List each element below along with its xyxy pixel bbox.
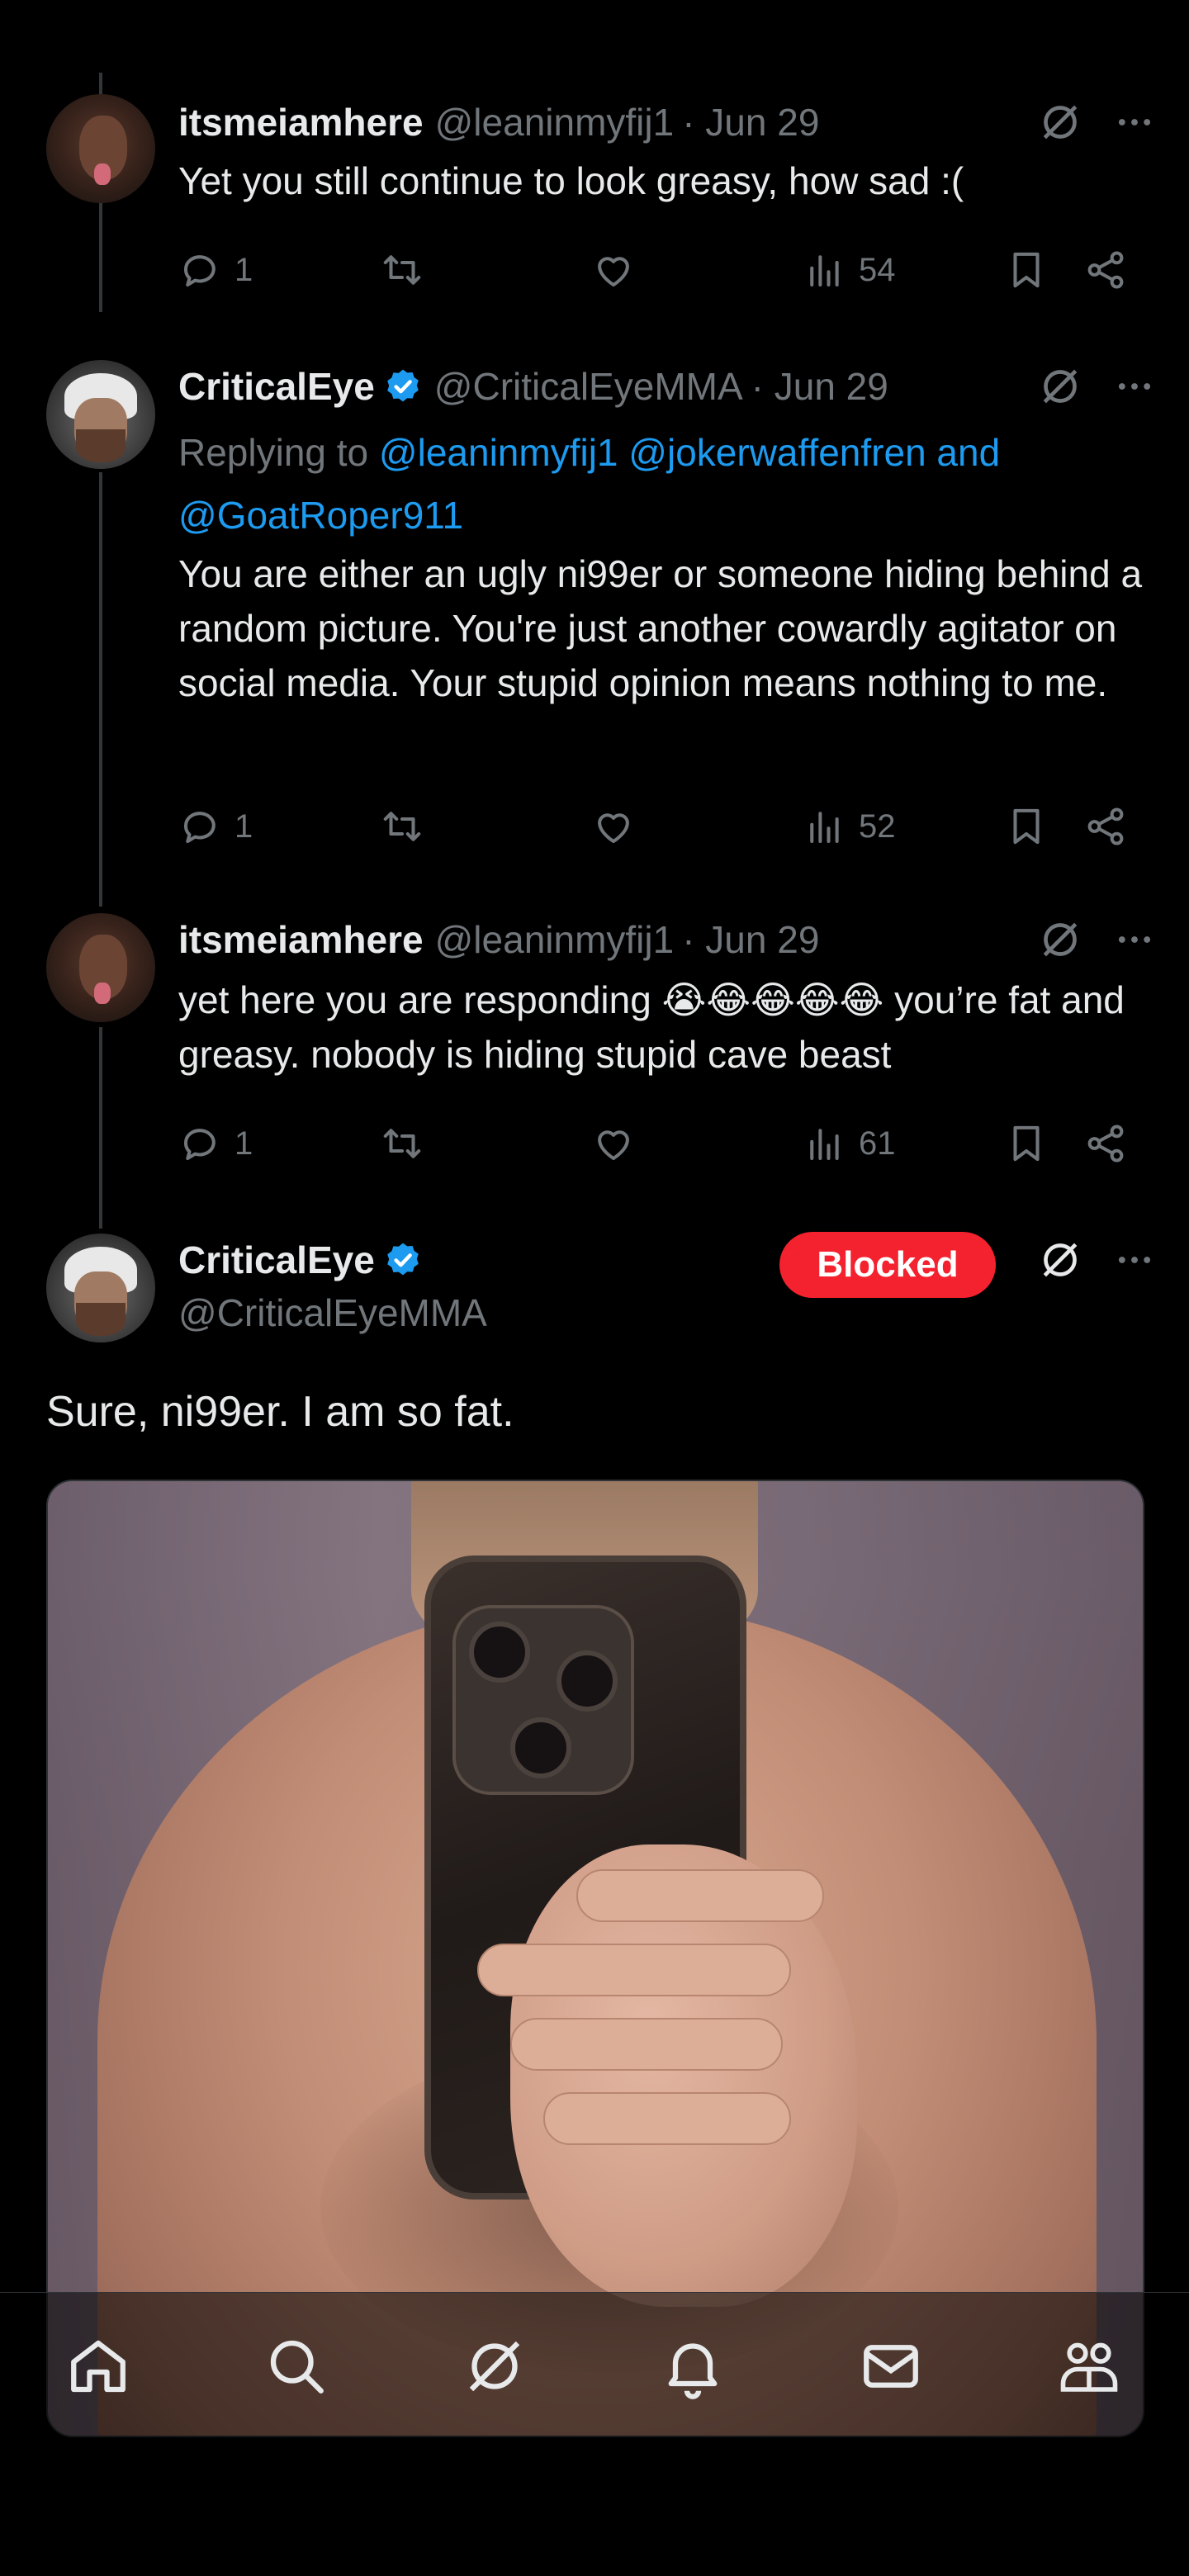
- display-name[interactable]: itsmeiamhere: [178, 100, 424, 144]
- more-icon[interactable]: [1113, 918, 1156, 961]
- reply-icon: [183, 1129, 216, 1161]
- notifications-icon: [668, 2343, 718, 2399]
- tweet-header: itsmeiamhere @leaninmyfij1 · Jun 29: [178, 97, 1156, 147]
- reply-icon: [183, 255, 216, 287]
- avatar[interactable]: [46, 360, 155, 469]
- blocked-button[interactable]: Blocked: [779, 1232, 996, 1298]
- reply-count: 1: [234, 251, 253, 288]
- home-icon: [71, 2340, 126, 2393]
- views-count: 61: [859, 1125, 896, 1162]
- tweet-actions: 1 52: [178, 798, 1156, 855]
- nav-messages[interactable]: [854, 2329, 928, 2403]
- user-handle[interactable]: @CriticalEyeMMA: [178, 1290, 487, 1335]
- verified-badge-icon: [386, 369, 419, 402]
- user-handle[interactable]: @CriticalEyeMMA: [434, 364, 743, 409]
- views-button[interactable]: 61: [803, 1115, 896, 1172]
- user-handle[interactable]: @leaninmyfij1: [435, 100, 675, 144]
- bookmark-icon: [1013, 1125, 1040, 1162]
- nav-search[interactable]: [259, 2329, 334, 2403]
- views-icon: [810, 255, 839, 287]
- retweet-button[interactable]: [380, 1115, 424, 1172]
- tweet-header: itsmeiamhere @leaninmyfij1 · Jun 29: [178, 915, 1156, 964]
- like-icon: [598, 813, 629, 844]
- like-button[interactable]: [591, 798, 636, 855]
- replying-prefix: Replying to: [178, 431, 379, 474]
- tweet-actions: 1 54: [178, 241, 1156, 299]
- tweet-text: You are either an ugly ni99er or someone…: [178, 552, 1143, 704]
- share-button[interactable]: [1083, 241, 1128, 299]
- like-icon: [598, 1130, 629, 1161]
- nav-grok[interactable]: [457, 2329, 532, 2403]
- tweet-text: yet here you are responding 😭😂😂😂😂 you’re…: [178, 978, 1125, 1076]
- tweet-date: · Jun 29: [682, 918, 820, 961]
- reply-button[interactable]: 1: [178, 1115, 253, 1172]
- handle-row: @CriticalEyeMMA: [178, 1288, 1156, 1338]
- views-icon: [810, 1129, 839, 1161]
- tweet-text: Sure, ni99er. I am so fat.: [46, 1388, 514, 1436]
- search-icon: [270, 2340, 324, 2394]
- nav-home[interactable]: [61, 2329, 135, 2403]
- more-icon[interactable]: [1113, 1238, 1156, 1281]
- grok-icon[interactable]: [1037, 99, 1083, 145]
- avatar[interactable]: [46, 94, 155, 203]
- retweet-icon: [383, 812, 421, 841]
- views-icon: [810, 812, 839, 844]
- like-button[interactable]: [591, 1115, 636, 1172]
- share-button[interactable]: [1083, 798, 1128, 855]
- bookmark-button[interactable]: [1004, 1115, 1049, 1172]
- bookmark-icon: [1013, 808, 1040, 845]
- reply-icon: [183, 812, 216, 844]
- system-home-area: [0, 2441, 1189, 2576]
- tweet-actions: 1 61: [178, 1115, 1156, 1172]
- thread-line-top: [99, 73, 102, 79]
- nav-communities[interactable]: [1052, 2329, 1126, 2403]
- tweet-date: · Jun 29: [682, 101, 820, 144]
- tweet-date: · Jun 29: [751, 365, 888, 408]
- views-count: 52: [859, 807, 896, 845]
- views-button[interactable]: 52: [803, 798, 896, 855]
- retweet-button[interactable]: [380, 241, 424, 299]
- reply-button[interactable]: 1: [178, 798, 253, 855]
- reply-button[interactable]: 1: [178, 241, 253, 299]
- retweet-icon: [383, 1129, 421, 1158]
- tweet-header: CriticalEye @CriticalEyeMMA · Jun 29: [178, 362, 1156, 411]
- bookmark-icon: [1013, 252, 1040, 288]
- display-name[interactable]: CriticalEye: [178, 364, 375, 409]
- user-handle[interactable]: @leaninmyfij1: [435, 917, 675, 962]
- like-button[interactable]: [591, 241, 636, 299]
- communities-icon: [1060, 2342, 1118, 2392]
- grok-icon[interactable]: [1037, 363, 1083, 410]
- reply-count: 1: [234, 807, 253, 845]
- grok-icon[interactable]: [1037, 916, 1083, 963]
- display-name[interactable]: itsmeiamhere: [178, 917, 424, 962]
- views-count: 54: [859, 251, 896, 288]
- grok-icon: [469, 2341, 520, 2392]
- retweet-button[interactable]: [380, 798, 424, 855]
- grok-icon[interactable]: [1037, 1237, 1083, 1283]
- verified-badge-icon: [386, 1243, 419, 1276]
- share-icon: [1087, 1125, 1124, 1163]
- more-icon[interactable]: [1113, 365, 1156, 408]
- thread-line: [99, 1027, 102, 1229]
- more-icon[interactable]: [1113, 101, 1156, 144]
- nav-notifications[interactable]: [656, 2329, 730, 2403]
- replying-to: Replying to @leaninmyfij1 @jokerwaffenfr…: [178, 421, 1156, 547]
- bookmark-button[interactable]: [1004, 241, 1049, 299]
- reply-count: 1: [234, 1125, 253, 1162]
- share-button[interactable]: [1083, 1115, 1128, 1172]
- like-icon: [598, 257, 629, 287]
- messages-icon: [864, 2345, 918, 2388]
- views-button[interactable]: 54: [803, 241, 896, 299]
- share-icon: [1087, 807, 1124, 845]
- share-icon: [1087, 251, 1124, 289]
- tweet-text: Yet you still continue to look greasy, h…: [178, 159, 964, 202]
- avatar[interactable]: [46, 913, 155, 1022]
- tweet-header: CriticalEye: [178, 1235, 1156, 1285]
- display-name[interactable]: CriticalEye: [178, 1238, 375, 1282]
- thread-line: [99, 472, 102, 907]
- avatar[interactable]: [46, 1234, 155, 1342]
- bottom-nav: [0, 2292, 1189, 2441]
- bookmark-button[interactable]: [1004, 798, 1049, 855]
- retweet-icon: [383, 255, 421, 285]
